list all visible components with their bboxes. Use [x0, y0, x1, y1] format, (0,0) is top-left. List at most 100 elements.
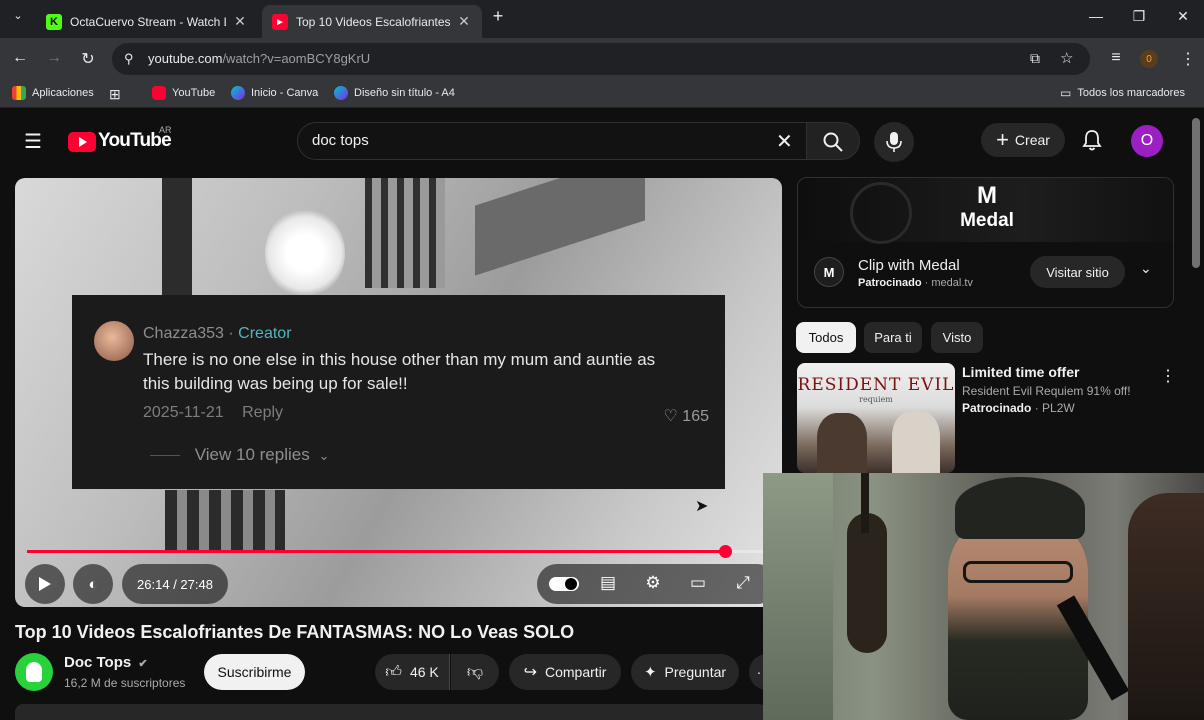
all-bookmarks[interactable]: ▭ Todos los marcadores: [1060, 86, 1185, 100]
verified-icon: ✔: [138, 658, 148, 670]
minimize-icon[interactable]: —: [1086, 8, 1106, 24]
play-icon: [39, 577, 51, 591]
comment-meta: 2025-11-21 Reply: [143, 404, 283, 422]
chevron-down-icon: ⌄: [318, 448, 330, 463]
webcam-glasses: [963, 561, 1073, 583]
new-tab-icon[interactable]: +: [488, 6, 508, 27]
bookmark-apps[interactable]: Aplicaciones: [12, 86, 94, 100]
share-icon: ↪: [523, 664, 537, 681]
tab-search-icon[interactable]: ⌄: [8, 9, 28, 22]
bookmark-diseno[interactable]: Diseño sin título - A4: [334, 86, 455, 100]
description-box[interactable]: [15, 704, 767, 720]
divider: [150, 455, 180, 457]
voice-search-button[interactable]: [874, 122, 914, 162]
search-icon: [823, 132, 843, 152]
fullscreen-icon[interactable]: ⤢: [731, 573, 755, 593]
apps-icon: [12, 86, 26, 100]
youtube-icon: [152, 86, 166, 100]
video-player[interactable]: Chazza353 · Creator There is no one else…: [15, 178, 782, 607]
settings-gear-icon[interactable]: ⚙: [641, 573, 665, 593]
bookmarks-bar: Aplicaciones ⊞ YouTube Inicio - Canva Di…: [0, 80, 1204, 108]
play-button[interactable]: [25, 564, 65, 604]
sponsored-ad-card[interactable]: M Medal M Clip with Medal Patrocinado · …: [797, 177, 1174, 308]
sponsored-label: Patrocinado: [858, 277, 922, 289]
close-tab-icon[interactable]: ✕: [232, 13, 248, 30]
volume-icon: ◐: [88, 575, 98, 593]
bookmark-canva[interactable]: Inicio - Canva: [231, 86, 318, 100]
create-button[interactable]: + Crear: [981, 123, 1065, 157]
share-label: Compartir: [544, 664, 607, 680]
menu-kebab-icon[interactable]: ⋮: [1178, 49, 1198, 69]
install-app-icon[interactable]: ⧉: [1030, 50, 1040, 67]
visit-site-button[interactable]: Visitar sitio: [1030, 256, 1125, 288]
video-frame-light: [265, 208, 345, 298]
site-info-icon[interactable]: ⚲: [124, 51, 134, 67]
dislike-button[interactable]: 👎︎: [451, 654, 499, 690]
notifications-bell-icon[interactable]: [1082, 129, 1102, 151]
tab-youtube[interactable]: ▶ Top 10 Videos Escalofriantes De ✕: [262, 5, 482, 38]
chip-para-ti[interactable]: Para ti: [864, 322, 922, 353]
volume-button[interactable]: ◐: [73, 564, 113, 604]
bookmark-star-icon[interactable]: ☆: [1060, 49, 1073, 67]
tab-octacuervo[interactable]: K OctaCuervo Stream - Watch Liv ✕: [36, 5, 258, 38]
channel-avatar[interactable]: [15, 653, 53, 691]
progress-scrubber[interactable]: [719, 545, 732, 558]
comment-date: 2025-11-21: [143, 404, 224, 421]
bookmark-label: Aplicaciones: [32, 87, 94, 99]
bookmark-youtube[interactable]: YouTube: [152, 86, 215, 100]
comment-text: There is no one else in this house other…: [143, 350, 656, 393]
video-title: Top 10 Videos Escalofriantes De FANTASMA…: [15, 622, 575, 642]
subscribe-button[interactable]: Suscribirme: [204, 654, 305, 690]
webcam-wall: [763, 473, 833, 720]
ad-title: Clip with Medal: [858, 257, 960, 274]
autoplay-toggle[interactable]: [549, 577, 579, 591]
rec-thumbnail[interactable]: RESIDENT EVIL requiem: [797, 363, 955, 473]
maximize-icon[interactable]: ❐: [1129, 8, 1149, 25]
comment-author: Chazza353 · Creator: [143, 325, 292, 343]
ad-banner: M Medal: [798, 178, 1173, 244]
channel-name[interactable]: Doc Tops ✔: [64, 654, 148, 671]
forward-icon[interactable]: →: [44, 49, 64, 67]
profile-badge[interactable]: 0: [1140, 50, 1158, 68]
progress-bar-fill: [27, 550, 725, 553]
share-button[interactable]: ↪ Compartir: [509, 654, 621, 690]
chevron-down-icon[interactable]: ⌄: [1140, 260, 1152, 277]
address-bar[interactable]: ⚲ youtube.com/watch?v=aomBCY8gKrU ⧉ ☆: [112, 43, 1090, 75]
thumbnail-figure: [892, 411, 940, 473]
video-frame-detail: [475, 178, 645, 276]
theater-mode-icon[interactable]: ▭: [686, 573, 710, 593]
page-scrollbar[interactable]: [1192, 118, 1200, 268]
tab-groups-icon[interactable]: ⊞: [109, 86, 121, 103]
clear-search-icon[interactable]: ✕: [776, 129, 793, 154]
webcam-cap: [955, 477, 1085, 539]
comment-like-count: 165: [682, 408, 709, 425]
rec-title[interactable]: Limited time offer: [962, 364, 1079, 380]
plus-icon: +: [996, 127, 1009, 152]
search-input[interactable]: doc tops ✕: [297, 122, 807, 160]
more-options-icon[interactable]: ⋮: [1160, 366, 1176, 386]
media-controls-icon[interactable]: ≡: [1106, 49, 1126, 67]
creator-badge: Creator: [238, 325, 292, 342]
chip-visto[interactable]: Visto: [931, 322, 983, 353]
back-icon[interactable]: ←: [10, 49, 30, 67]
subtitles-icon[interactable]: ▤: [596, 573, 620, 593]
chip-todos[interactable]: Todos: [796, 322, 856, 353]
url-text[interactable]: youtube.com/watch?v=aomBCY8gKrU: [148, 51, 370, 66]
close-tab-icon[interactable]: ✕: [456, 13, 472, 30]
like-count: 46 K: [409, 664, 439, 680]
comment-overlay: Chazza353 · Creator There is no one else…: [72, 295, 725, 489]
webcam-guitar: [847, 513, 887, 653]
video-frame-detail: [165, 490, 285, 550]
ad-banner-graphic: [850, 182, 912, 244]
hamburger-menu-icon[interactable]: ☰: [24, 129, 42, 154]
canva-icon: [334, 86, 348, 100]
ask-button[interactable]: ✦ Preguntar: [631, 654, 739, 690]
youtube-logo-icon[interactable]: [68, 132, 96, 152]
like-button[interactable]: 👍︎ 46 K: [375, 654, 450, 690]
channel-name-text: Doc Tops: [64, 654, 132, 671]
bookmark-label: Inicio - Canva: [251, 87, 319, 99]
close-window-icon[interactable]: ✕: [1173, 8, 1193, 25]
account-avatar[interactable]: O: [1131, 125, 1163, 157]
reload-icon[interactable]: ↻: [78, 49, 98, 69]
search-button[interactable]: [806, 122, 860, 160]
